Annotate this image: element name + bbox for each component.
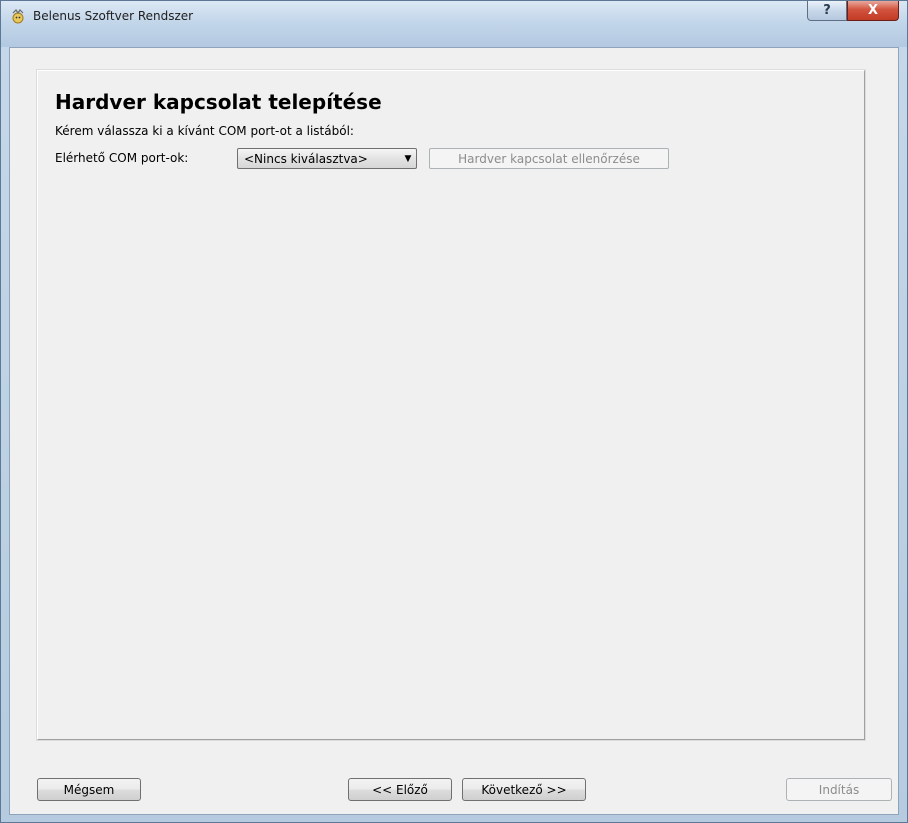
com-port-select[interactable]: <Nincs kiválasztva> ▼ <box>237 148 417 169</box>
close-button[interactable]: X <box>847 1 899 21</box>
title-bar[interactable]: Belenus Szoftver Rendszer ? X <box>1 1 907 47</box>
com-port-label: Elérhető COM port-ok: <box>55 151 189 165</box>
app-window: Belenus Szoftver Rendszer ? X Hardver ka… <box>0 0 908 823</box>
instruction-text: Kérem válassza ki a kívánt COM port-ot a… <box>55 124 354 138</box>
com-port-select-value: <Nincs kiválasztva> <box>244 151 368 166</box>
help-icon: ? <box>823 3 831 18</box>
previous-button[interactable]: << Előző <box>348 778 452 801</box>
check-hardware-connection-button[interactable]: Hardver kapcsolat ellenőrzése <box>429 148 669 169</box>
help-button[interactable]: ? <box>807 1 847 21</box>
next-button[interactable]: Következő >> <box>462 778 586 801</box>
client-area: Hardver kapcsolat telepítése Kérem válas… <box>9 47 899 815</box>
start-button[interactable]: Indítás <box>786 778 892 801</box>
close-icon: X <box>867 3 879 18</box>
chevron-down-icon[interactable]: ▼ <box>400 154 416 164</box>
cancel-button[interactable]: Mégsem <box>37 778 141 801</box>
app-icon <box>10 9 26 25</box>
page-title: Hardver kapcsolat telepítése <box>55 90 382 114</box>
wizard-page-panel <box>36 69 866 741</box>
window-title: Belenus Szoftver Rendszer <box>33 9 194 23</box>
